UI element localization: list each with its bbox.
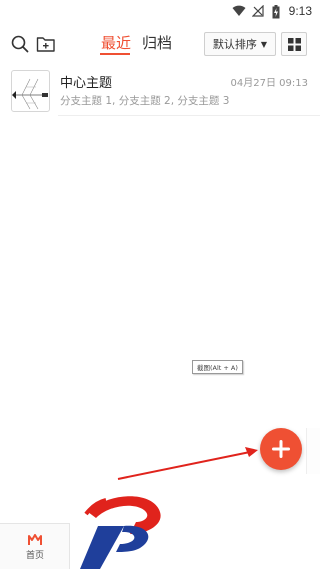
nav-home[interactable]: 首页 (0, 524, 70, 569)
new-folder-icon[interactable] (35, 33, 57, 55)
status-bar: 9:13 (0, 0, 320, 24)
annotation-arrow (117, 447, 258, 480)
screenshot-tooltip: 截图(Alt + A) (192, 360, 243, 374)
grid-view-button[interactable] (281, 32, 307, 56)
add-button[interactable] (260, 428, 302, 470)
home-icon (28, 533, 42, 545)
wifi-icon (232, 5, 246, 16)
chevron-down-icon: ▼ (260, 39, 268, 49)
search-icon[interactable] (9, 33, 31, 55)
file-subtitle: 分支主题 1, 分支主题 2, 分支主题 3 (60, 95, 230, 107)
battery-charging-icon (272, 5, 280, 19)
tab-recent[interactable]: 最近 (101, 32, 131, 53)
file-date: 04月27日 09:13 (230, 78, 308, 89)
sort-label: 默认排序 (212, 38, 257, 51)
mindmap-thumbnail (11, 70, 50, 112)
plus-icon (272, 440, 290, 458)
fab-side-panel (306, 428, 320, 474)
tab-active-indicator (100, 53, 130, 55)
bottom-nav: 首页 (0, 523, 70, 569)
header: 最近 归档 默认排序 ▼ (0, 28, 320, 62)
file-title: 中心主题 (60, 76, 113, 91)
watermark-logo (80, 496, 161, 569)
no-signal-icon (252, 5, 264, 17)
tab-archive[interactable]: 归档 (142, 32, 172, 53)
sort-dropdown[interactable]: 默认排序 ▼ (204, 32, 276, 56)
file-list-item[interactable]: 中心主题 04月27日 09:13 分支主题 1, 分支主题 2, 分支主题 3 (0, 66, 320, 116)
clock: 9:13 (288, 4, 312, 18)
divider (58, 115, 320, 116)
grid-view-icon (287, 37, 301, 51)
nav-home-label: 首页 (25, 550, 44, 561)
